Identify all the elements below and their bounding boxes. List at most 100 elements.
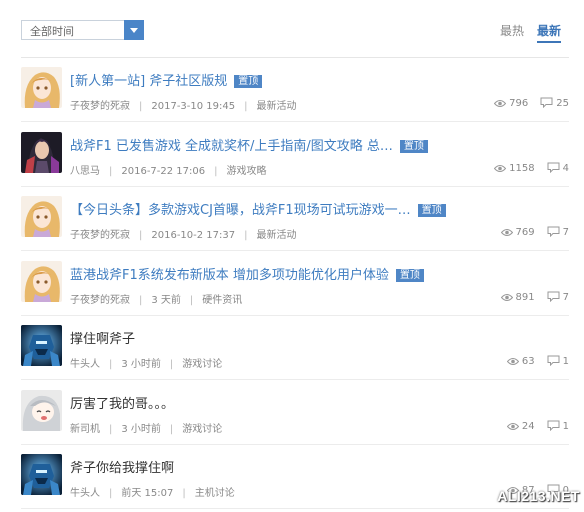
sort-new-tab[interactable]: 最新 <box>537 22 562 43</box>
post-title[interactable]: 蓝港战斧F1系统发布新版本 增加多项功能优化用户体验 置顶 <box>70 264 424 283</box>
comment-count: 7 <box>562 227 569 238</box>
post-author[interactable]: 新司机 <box>70 424 100 435</box>
eye-icon <box>506 357 520 369</box>
avatar[interactable] <box>21 196 62 237</box>
post-title-text[interactable]: 斧子你给我撑住啊 <box>70 461 174 476</box>
view-count: 1158 <box>509 162 535 174</box>
post-meta: 新司机 | 3 小时前 | 游戏讨论 <box>70 420 222 435</box>
post-time: 3 天前 <box>151 294 181 306</box>
eye-icon <box>500 293 513 305</box>
eye-icon <box>493 99 507 111</box>
post-meta: 牛头人 | 前天 15:07 | 主机讨论 <box>70 484 235 499</box>
post-author[interactable]: 八思马 <box>70 166 100 177</box>
eye-icon <box>500 228 513 240</box>
post-time: 2016-10-2 17:37 <box>151 230 236 241</box>
post-category[interactable]: 最新活动 <box>257 230 297 241</box>
comment-count: 25 <box>556 98 569 109</box>
post-meta: 八思马 | 2016-7-22 17:06 | 游戏攻略 <box>70 162 267 177</box>
post-author[interactable]: 牛头人 <box>70 359 100 370</box>
meta-divider: | <box>214 165 218 177</box>
post-title[interactable]: [新人第一站] 斧子社区版规 置顶 <box>70 70 263 89</box>
post-title[interactable]: 战斧F1 已发售游戏 全成就奖杯/上手指南/图文攻略 总… 置顶 <box>70 135 428 154</box>
post-title-text[interactable]: 蓝港战斧F1系统发布新版本 增加多项功能优化用户体验 <box>70 268 389 283</box>
post-meta: 子夜梦的死寂 | 3 天前 | 硬件资讯 <box>70 291 242 306</box>
post-stats: 891 7 <box>500 291 569 305</box>
comment-icon <box>540 97 553 111</box>
avatar[interactable] <box>21 325 62 366</box>
eye-icon <box>493 164 507 176</box>
post-title-text[interactable]: 【今日头条】多款游戏CJ首曝，战斧F1现场可试玩游戏一… <box>70 203 411 218</box>
meta-divider: | <box>139 294 143 306</box>
avatar[interactable] <box>21 260 62 302</box>
post-author[interactable]: 子夜梦的死寂 <box>70 101 130 112</box>
post-category[interactable]: 硬件资讯 <box>202 295 242 306</box>
pinned-badge: 置顶 <box>234 75 263 88</box>
view-count: 769 <box>515 227 535 238</box>
meta-divider: | <box>169 423 174 435</box>
pinned-badge: 置顶 <box>399 139 428 153</box>
avatar[interactable] <box>21 389 62 431</box>
avatar[interactable] <box>21 131 62 173</box>
meta-divider: | <box>109 165 113 177</box>
post-row[interactable]: 蓝港战斧F1系统发布新版本 增加多项功能优化用户体验 置顶子夜梦的死寂 | 3 天前 |… <box>21 252 569 316</box>
comment-count: 4 <box>562 162 569 174</box>
post-time: 3 小时前 <box>121 423 161 435</box>
watermark: ALI213.NET <box>497 488 580 504</box>
post-stats: 769 7 <box>500 226 569 240</box>
post-title-text[interactable]: 撑住啊斧子 <box>70 332 135 347</box>
row-divider <box>21 508 569 509</box>
filter-bar: 全部时间 最热 最新 <box>0 0 584 58</box>
post-row[interactable]: 【今日头条】多款游戏CJ首曝，战斧F1现场可试玩游戏一… 置顶子夜梦的死寂 | 201… <box>21 187 569 251</box>
post-author[interactable]: 子夜梦的死寂 <box>70 230 130 241</box>
avatar[interactable] <box>21 67 62 108</box>
pinned-badge: 置顶 <box>395 268 424 282</box>
chevron-down-icon[interactable] <box>124 20 144 40</box>
comment-icon <box>547 420 560 434</box>
post-row[interactable]: 斧子你给我撑住啊 牛头人 | 前天 15:07 | 主机讨论 87 0 <box>21 445 569 509</box>
meta-divider: | <box>109 488 113 499</box>
post-title[interactable]: 厉害了我的哥。。。 <box>70 393 174 412</box>
post-row[interactable]: 厉害了我的哥。。。新司机 | 3 小时前 | 游戏讨论 24 1 <box>21 381 569 445</box>
post-category[interactable]: 游戏攻略 <box>227 166 267 177</box>
view-count: 796 <box>509 98 529 109</box>
pinned-badge: 置顶 <box>417 204 446 217</box>
time-filter-select[interactable]: 全部时间 <box>21 20 144 40</box>
post-stats: 1158 4 <box>493 162 569 176</box>
comment-icon <box>547 355 560 369</box>
post-meta: 子夜梦的死寂 | 2017-3-10 19:45 | 最新活动 <box>70 97 297 112</box>
meta-divider: | <box>189 294 194 306</box>
sort-hot-tab[interactable]: 最热 <box>500 22 524 39</box>
post-title-text[interactable]: [新人第一站] 斧子社区版规 <box>70 74 227 89</box>
meta-divider: | <box>109 359 113 370</box>
view-count: 63 <box>521 356 535 367</box>
comment-icon <box>547 291 560 305</box>
post-row[interactable]: 撑住啊斧子 牛头人 | 3 小时前 | 游戏讨论 63 1 <box>21 316 569 380</box>
eye-icon <box>506 422 520 434</box>
post-title[interactable]: 【今日头条】多款游戏CJ首曝，战斧F1现场可试玩游戏一… 置顶 <box>70 199 446 218</box>
post-stats: 24 1 <box>506 420 569 434</box>
comment-icon <box>547 162 560 176</box>
meta-divider: | <box>182 488 186 499</box>
comment-count: 1 <box>562 356 569 367</box>
comment-icon <box>547 226 560 240</box>
post-author[interactable]: 子夜梦的死寂 <box>70 295 130 306</box>
post-category[interactable]: 游戏讨论 <box>182 359 222 370</box>
post-title-text[interactable]: 战斧F1 已发售游戏 全成就奖杯/上手指南/图文攻略 总… <box>70 139 393 154</box>
post-author[interactable]: 牛头人 <box>70 488 100 499</box>
post-meta: 牛头人 | 3 小时前 | 游戏讨论 <box>70 355 222 370</box>
post-title-text[interactable]: 厉害了我的哥。。。 <box>70 397 174 412</box>
meta-divider: | <box>169 359 174 370</box>
meta-divider: | <box>244 230 248 241</box>
post-category[interactable]: 最新活动 <box>257 101 297 112</box>
post-row[interactable]: [新人第一站] 斧子社区版规 置顶 子夜梦的死寂 | 2017-3-10 19:45 | 最… <box>21 58 569 122</box>
meta-divider: | <box>139 101 143 112</box>
post-category[interactable]: 主机讨论 <box>195 488 235 499</box>
post-meta: 子夜梦的死寂 | 2016-10-2 17:37 | 最新活动 <box>70 226 297 241</box>
meta-divider: | <box>109 423 113 435</box>
avatar[interactable] <box>21 454 62 495</box>
post-title[interactable]: 撑住啊斧子 <box>70 328 135 347</box>
post-row[interactable]: 战斧F1 已发售游戏 全成就奖杯/上手指南/图文攻略 总… 置顶 八思马 | 2016-… <box>21 123 569 187</box>
post-category[interactable]: 游戏讨论 <box>182 424 222 435</box>
meta-divider: | <box>139 230 143 241</box>
post-title[interactable]: 斧子你给我撑住啊 <box>70 457 174 476</box>
